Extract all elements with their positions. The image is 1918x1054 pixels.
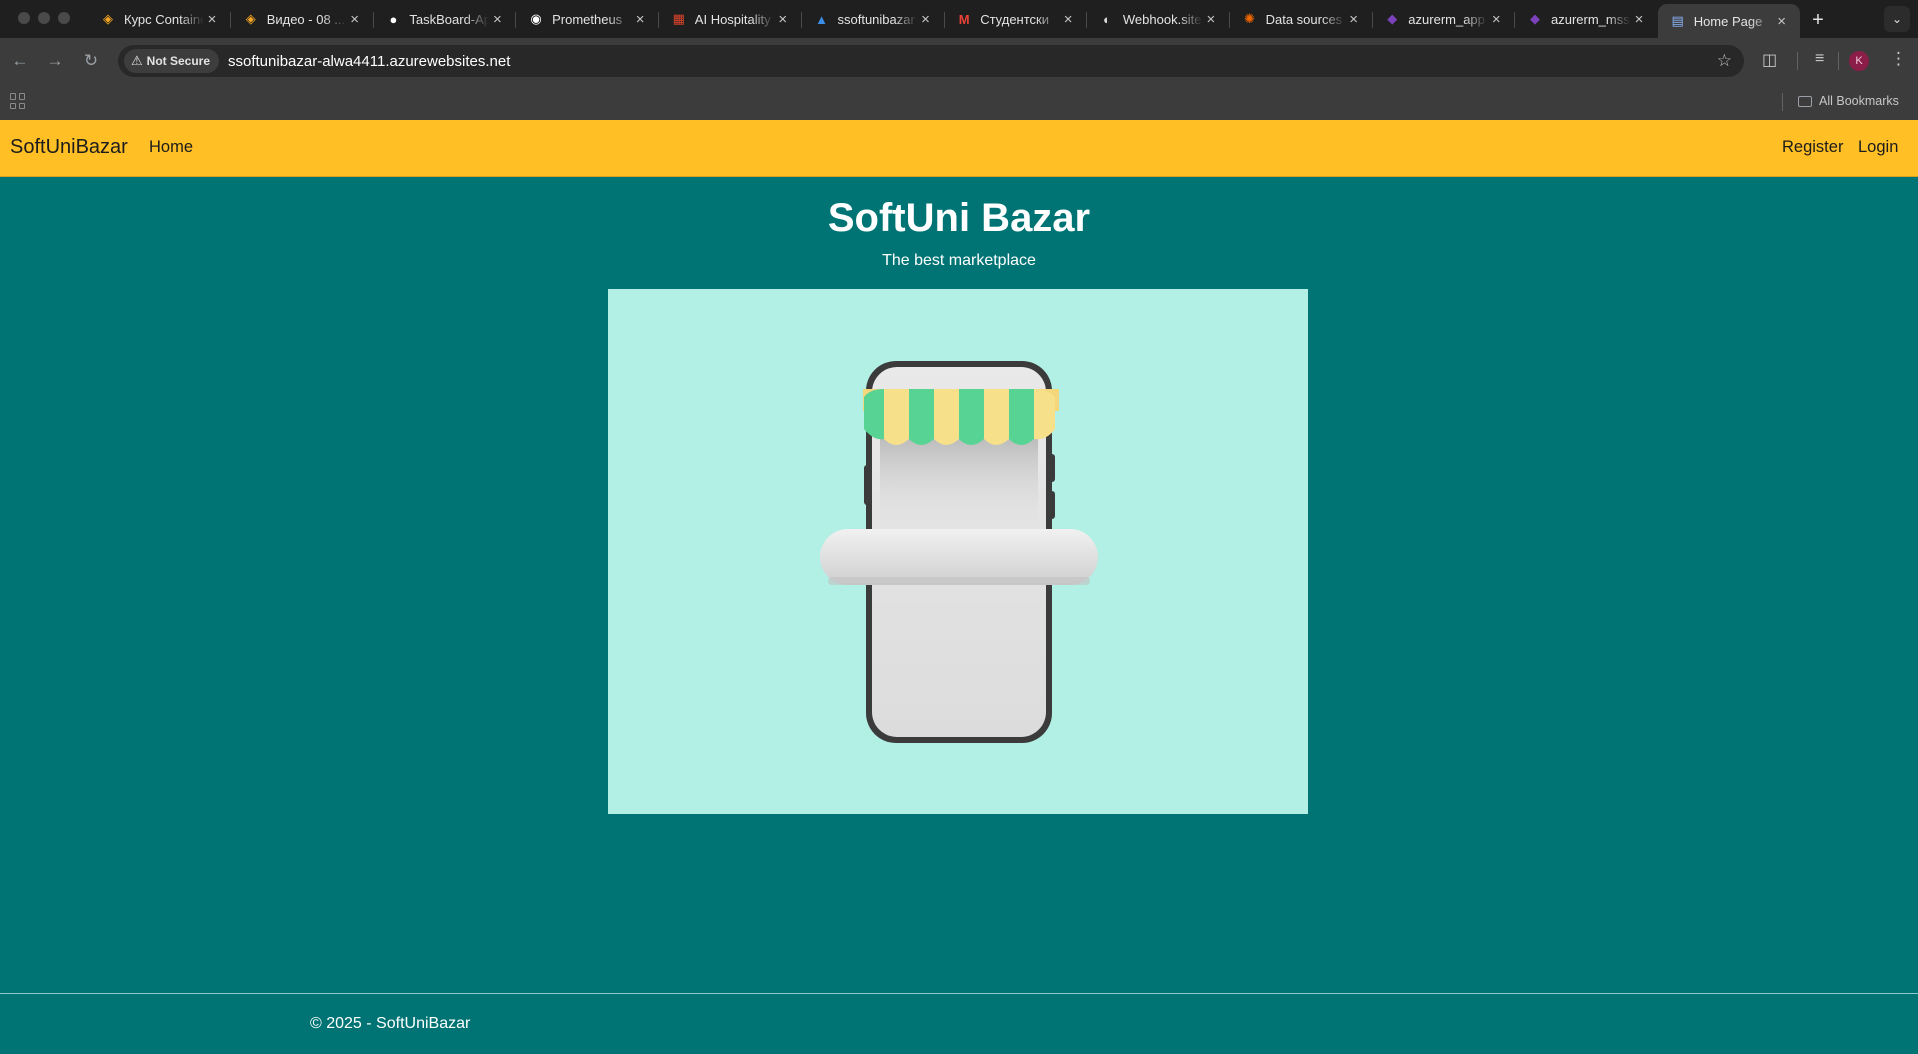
site-brand-link[interactable]: SoftUniBazar: [10, 136, 128, 159]
tab-title: Студентски: [980, 11, 1049, 27]
media-control-icon[interactable]: ≡: [1815, 50, 1824, 68]
back-arrow-icon[interactable]: ←: [7, 48, 33, 74]
tab-close-icon[interactable]: ×: [632, 11, 648, 28]
folder-icon: [1798, 95, 1812, 107]
tab-close-icon[interactable]: ×: [1060, 11, 1076, 28]
security-label: Not Secure: [146, 54, 211, 68]
tab-close-icon[interactable]: ×: [204, 11, 220, 28]
browser-tab[interactable]: ◆ azurerm_app ×: [1372, 4, 1516, 34]
ai-hospitality-icon: ▦: [672, 11, 685, 26]
browser-tab[interactable]: ▤ Home Page ×: [1657, 4, 1800, 38]
url-text[interactable]: ssoftunibazar-alwa4411.azurewebsites.net: [228, 53, 510, 70]
apps-grid-icon[interactable]: [10, 93, 26, 109]
tab-title: Prometheus: [552, 11, 623, 27]
browser-toolbar: ← → ↻ ⚠ Not Secure ssoftunibazar-alwa441…: [0, 38, 1918, 84]
new-tab-button[interactable]: +: [1804, 6, 1832, 34]
web-page: SoftUniBazar Home Register Login SoftUni…: [0, 120, 1918, 1054]
reload-icon[interactable]: ↻: [78, 48, 104, 74]
terraform-icon: ◆: [1387, 11, 1398, 26]
tab-title: Курс Container: [124, 11, 204, 27]
browser-tab[interactable]: M Студентски ×: [944, 4, 1088, 34]
tab-close-icon[interactable]: ×: [1488, 11, 1504, 28]
awning-shape: [863, 389, 1059, 445]
tab-title: Home Page: [1693, 13, 1763, 29]
tab-title: Webhook.site: [1122, 11, 1202, 27]
nav-register-link[interactable]: Register: [1782, 138, 1843, 157]
tab-title: azurerm_mssql: [1551, 11, 1631, 27]
tab-close-icon[interactable]: ×: [1631, 11, 1647, 28]
warning-triangle-icon: ⚠: [131, 53, 143, 68]
toolbar-divider: [1797, 52, 1798, 70]
browser-tab[interactable]: ◆ azurerm_mssql ×: [1515, 4, 1657, 34]
tab-close-icon[interactable]: ×: [489, 11, 505, 28]
tab-close-icon[interactable]: ×: [1203, 11, 1219, 28]
footer-divider: [0, 993, 1918, 994]
hero-image: [608, 289, 1308, 814]
browser-tab[interactable]: ◈ Видео - 08 ... ×: [231, 4, 374, 34]
hero-title: SoftUni Bazar: [827, 196, 1091, 240]
tab-title: azurerm_app: [1408, 11, 1485, 27]
address-bar[interactable]: ⚠ Not Secure ssoftunibazar-alwa4411.azur…: [118, 45, 1744, 77]
bookmark-star-icon[interactable]: ☆: [1717, 51, 1732, 71]
browser-tab[interactable]: ◈ Курс Container ×: [88, 4, 231, 34]
browser-tab[interactable]: ◐ Webhook.site ×: [1087, 4, 1230, 34]
tab-title: Видео - 08 ...: [266, 11, 346, 27]
webhook-site-icon: ◐: [1102, 11, 1111, 27]
all-bookmarks-button[interactable]: All Bookmarks: [1798, 94, 1899, 108]
browser-tab-strip: ◈ Курс Container × ◈ Видео - 08 ... × ● TaskBoa…: [0, 0, 1918, 38]
profile-avatar[interactable]: K: [1849, 51, 1869, 71]
browser-tab[interactable]: ● TaskBoard-App×: [373, 4, 517, 34]
window-close-button[interactable]: [18, 12, 30, 24]
nav-home-link[interactable]: Home: [149, 138, 193, 157]
all-bookmarks-label: All Bookmarks: [1819, 94, 1899, 108]
bookmarks-divider: [1782, 93, 1783, 111]
tab-close-icon[interactable]: ×: [347, 11, 363, 28]
tab-title: AI Hospitality: [694, 11, 771, 27]
hero-subtitle: The best marketplace: [882, 252, 1036, 269]
phone-shop-illustration: [820, 361, 1098, 743]
browser-tab[interactable]: ▦ AI Hospitality ×: [659, 4, 802, 34]
window-zoom-button[interactable]: [58, 12, 70, 24]
browser-tab[interactable]: ◉ Prometheus ×: [516, 4, 660, 34]
browser-tab[interactable]: ▲ ssoftunibazar ×: [802, 4, 945, 34]
github-icon: ●: [389, 11, 398, 27]
extensions-puzzle-icon[interactable]: ◫: [1762, 50, 1777, 70]
window-minimize-button[interactable]: [38, 12, 50, 24]
azure-icon: ▲: [815, 11, 828, 27]
browser-tab[interactable]: ✺ Data sources ×: [1230, 4, 1373, 34]
document-icon: ▤: [1671, 13, 1684, 28]
prometheus-icon: ◉: [530, 11, 542, 26]
tab-search-icon[interactable]: ⌄: [1884, 6, 1910, 32]
security-chip[interactable]: ⚠ Not Secure: [124, 49, 220, 73]
tab-close-icon[interactable]: ×: [1774, 13, 1790, 30]
grafana-icon: ✺: [1244, 11, 1256, 26]
tab-title: Data sources: [1265, 11, 1343, 27]
tab-close-icon[interactable]: ×: [918, 11, 934, 28]
nav-login-link[interactable]: Login: [1858, 138, 1898, 157]
softuni-favicon-icon: ◈: [245, 11, 256, 26]
footer-copyright: © 2025 - SoftUniBazar: [310, 1015, 471, 1032]
tab-close-icon[interactable]: ×: [1346, 11, 1362, 28]
tab-title: TaskBoard-App: [409, 11, 490, 27]
browser-menu-icon[interactable]: ⋮: [1890, 49, 1907, 69]
terraform-icon: ◆: [1530, 11, 1540, 26]
gmail-icon: M: [958, 11, 970, 27]
toolbar-divider: [1838, 52, 1839, 70]
tab-close-icon[interactable]: ×: [775, 11, 791, 28]
forward-arrow-icon[interactable]: →: [42, 48, 68, 74]
softuni-favicon-icon: ◈: [103, 11, 113, 26]
bookmarks-bar: All Bookmarks: [0, 84, 1918, 120]
tab-title: ssoftunibazar: [837, 11, 915, 27]
site-navbar: SoftUniBazar Home Register Login: [0, 120, 1918, 177]
